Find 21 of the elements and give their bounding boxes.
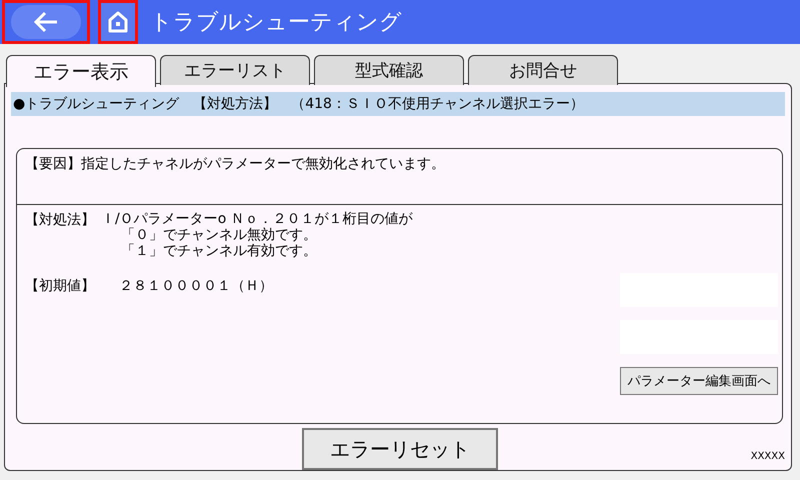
tab[interactable]: 型式確認 — [314, 55, 464, 85]
initial-label: 【初期値】 — [25, 278, 95, 294]
tab[interactable]: エラーリスト — [160, 55, 310, 85]
remedy-text: 「１」でチャンネル有効です。 — [120, 243, 318, 259]
back-arrow-icon — [11, 5, 81, 39]
screen-code: XXXXX — [750, 451, 785, 462]
initial-value: ２８１００００１（Ｈ） — [119, 278, 273, 294]
error-reset-button[interactable]: エラーリセット — [302, 428, 498, 470]
home-icon — [107, 11, 129, 33]
remedy-label: 【対処法】 — [25, 211, 95, 230]
tab[interactable]: お問合せ — [468, 55, 618, 85]
cause-text: 指定したチャネルがパラメーターで無効化されています。 — [81, 156, 445, 172]
tab[interactable]: エラー表示 — [6, 55, 156, 87]
window-title: トラブルシューティング — [150, 9, 402, 37]
back-button[interactable] — [2, 0, 90, 44]
home-button[interactable] — [98, 0, 138, 44]
cause-label: 【要因】 — [25, 156, 81, 172]
remedy-text: Ｉ/Ｏパラメーターo Ｎｏ．２０１が１桁目の値が — [101, 211, 413, 227]
info-bar: ●トラブルシューティング 【対処方法】 （418：ＳＩＯ不使用チャンネル選択エラー） — [11, 92, 785, 116]
edit-parameters-button[interactable]: パラメーター編集画面へ — [620, 367, 778, 395]
remedy-text: 「０」でチャンネル無効です。 — [120, 227, 318, 243]
